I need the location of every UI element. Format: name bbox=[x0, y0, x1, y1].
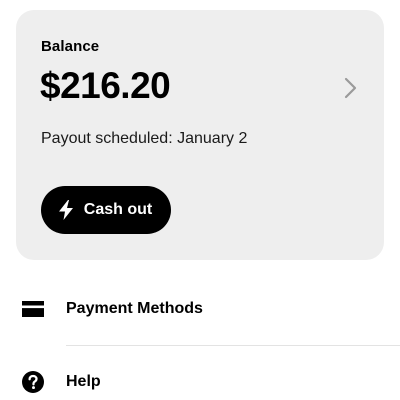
menu-divider bbox=[66, 345, 400, 346]
question-circle-icon bbox=[20, 369, 46, 395]
chevron-right-icon[interactable] bbox=[340, 76, 360, 100]
payout-scheduled-text: Payout scheduled: January 2 bbox=[41, 130, 248, 147]
wallet-page: Balance $216.20 Payout scheduled: Januar… bbox=[0, 0, 400, 400]
balance-card[interactable]: Balance $216.20 Payout scheduled: Januar… bbox=[16, 10, 384, 260]
menu-item-payment-methods[interactable]: Payment Methods bbox=[0, 284, 400, 334]
menu-item-label: Payment Methods bbox=[66, 300, 203, 317]
lightning-bolt-icon bbox=[58, 200, 73, 220]
cash-out-label: Cash out bbox=[83, 201, 153, 218]
cash-out-button[interactable]: Cash out bbox=[41, 186, 171, 234]
menu-item-label: Help bbox=[66, 373, 101, 390]
balance-amount: $216.20 bbox=[40, 65, 171, 106]
credit-card-icon bbox=[20, 296, 46, 322]
menu-item-help[interactable]: Help bbox=[0, 357, 400, 400]
balance-label: Balance bbox=[41, 38, 100, 55]
